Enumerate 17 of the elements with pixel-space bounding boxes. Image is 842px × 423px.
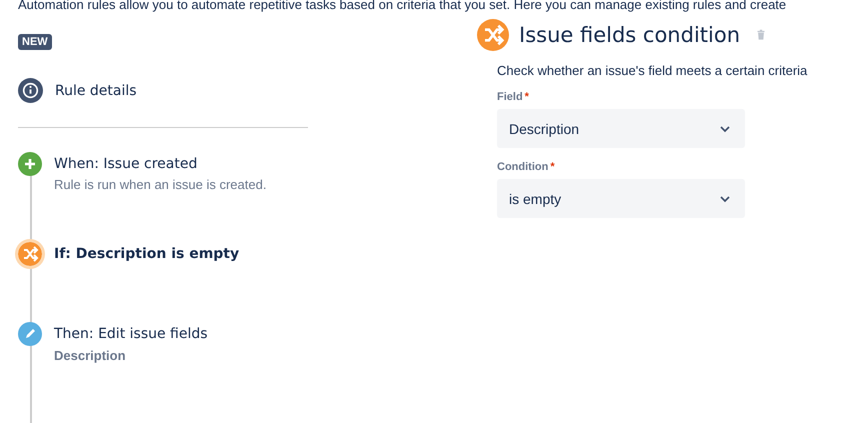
shuffle-icon bbox=[477, 19, 509, 51]
step-title[interactable]: If: Description is empty bbox=[54, 242, 240, 266]
required-mark: * bbox=[550, 161, 555, 173]
step-title[interactable]: When: Issue created bbox=[54, 152, 266, 176]
info-icon bbox=[18, 78, 43, 103]
field-label: Condition bbox=[497, 161, 548, 173]
new-badge: NEW bbox=[18, 34, 52, 50]
step-title[interactable]: Then: Edit issue fields bbox=[54, 322, 208, 346]
step-description: Rule is run when an issue is created. bbox=[54, 177, 266, 192]
select-field[interactable]: is empty bbox=[497, 179, 745, 218]
step-detail: Description bbox=[54, 348, 127, 363]
rule-details-link[interactable]: Rule details bbox=[55, 82, 137, 98]
panel-title: Issue fields condition bbox=[519, 23, 740, 47]
select-field[interactable]: Description bbox=[497, 109, 745, 148]
required-mark: * bbox=[524, 91, 529, 103]
field-label: Field bbox=[497, 91, 523, 103]
panel-description: Check whether an issue's field meets a certain criteria bbox=[497, 63, 808, 78]
